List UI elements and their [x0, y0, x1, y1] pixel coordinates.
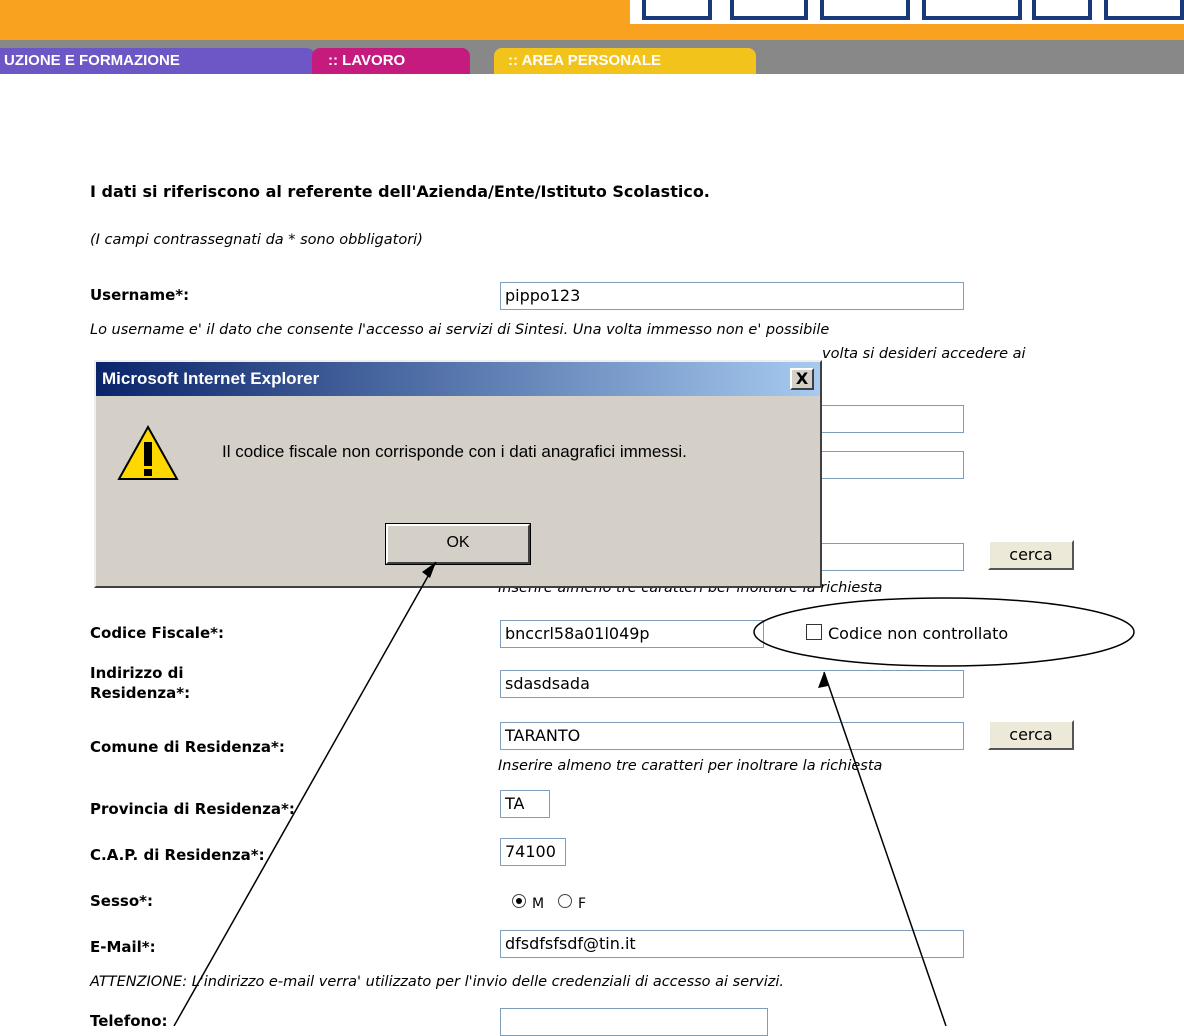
annotation-ellipse: [753, 597, 1135, 667]
annotation-overlay: [173, 561, 1135, 1026]
annotation-arrow-ok: [173, 561, 437, 1026]
annotation-arrow-checkbox: [823, 671, 947, 1026]
annotation-arrow-ok-head: [422, 562, 436, 578]
